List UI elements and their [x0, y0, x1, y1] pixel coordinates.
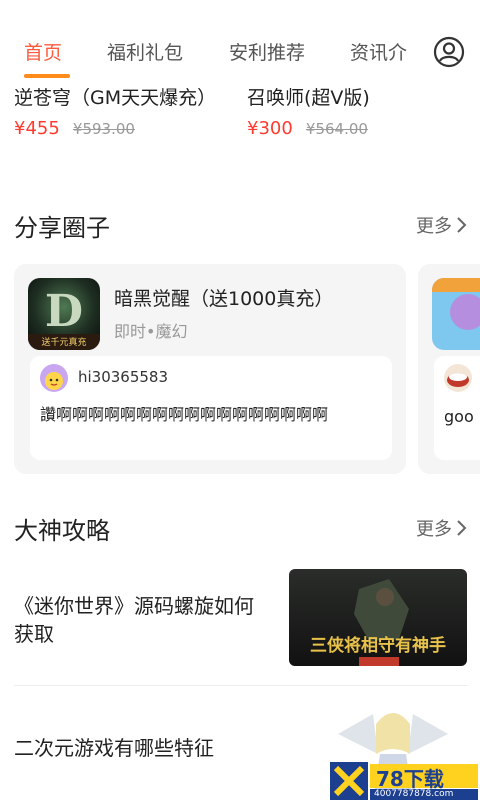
share-card[interactable]: goo [418, 264, 480, 474]
avatar [40, 364, 68, 392]
game-price: ¥300 [247, 118, 293, 139]
guides-section-header: 大神攻略 更多 [14, 511, 468, 545]
game-tags: 即时•魔幻 [114, 322, 188, 341]
post-username: hi30365583 [78, 368, 169, 386]
tab-home[interactable]: 首页 [24, 38, 62, 65]
game-name: 召唤师(超V版) [247, 87, 370, 109]
price-row: ¥455 ¥593.00 [14, 118, 224, 139]
post-text: 讚啊啊啊啊啊啊啊啊啊啊啊啊啊啊啊啊啊 [40, 405, 329, 424]
game-title: 暗黑觉醒（送1000真充） [114, 288, 334, 310]
game-price: ¥455 [14, 118, 60, 139]
game-icon [432, 278, 480, 350]
thumbnail-caption: 三侠将相守有神手 [310, 636, 446, 656]
game-icon: D 送千元真充 [28, 278, 100, 350]
game-original-price: ¥593.00 [72, 120, 135, 138]
divider [14, 685, 468, 686]
active-tab-indicator [24, 74, 70, 78]
more-label: 更多 [416, 216, 452, 237]
price-row: ¥300 ¥564.00 [247, 118, 467, 139]
user-profile-button[interactable] [433, 36, 465, 68]
icon-caption: 送千元真充 [41, 338, 87, 348]
tab-news[interactable]: 资讯介 [350, 38, 407, 65]
site-watermark: 78下载 4007787878.com [330, 762, 480, 800]
section-title: 分享圈子 [14, 214, 110, 242]
guide-thumbnail[interactable]: 三侠将相守有神手 [289, 569, 467, 666]
avatar [444, 364, 472, 392]
svg-text:D: D [45, 286, 83, 337]
user-icon [433, 36, 465, 68]
user-post[interactable]: hi30365583 讚啊啊啊啊啊啊啊啊啊啊啊啊啊啊啊啊啊 [30, 356, 392, 460]
more-label: 更多 [416, 519, 452, 540]
game-original-price: ¥564.00 [305, 120, 368, 138]
chevron-right-icon [457, 520, 467, 536]
chevron-right-icon [457, 217, 467, 233]
tab-welfare-gifts[interactable]: 福利礼包 [107, 38, 183, 65]
guide-title[interactable]: 二次元游戏有哪些特征 [14, 734, 314, 762]
share-card[interactable]: D 送千元真充 暗黑觉醒（送1000真充） 即时•魔幻 hi30365583 讚… [14, 264, 406, 474]
section-title: 大神攻略 [14, 517, 110, 545]
top-tab-bar: 首页 福利礼包 安利推荐 资讯介 [0, 0, 480, 80]
more-button[interactable]: 更多 [416, 515, 468, 541]
game-item[interactable]: 召唤师(超V版) ¥300 ¥564.00 [247, 86, 467, 139]
more-button[interactable]: 更多 [416, 212, 468, 238]
guide-title[interactable]: 《迷你世界》源码螺旋如何获取 [14, 592, 264, 648]
game-item[interactable]: 逆苍穹（GM天天爆充） ¥455 ¥593.00 [14, 86, 224, 139]
user-post[interactable]: goo [434, 356, 480, 460]
post-text: goo [444, 407, 474, 426]
watermark-brand: 78下载 [376, 767, 444, 791]
game-name: 逆苍穹（GM天天爆充） [14, 87, 217, 109]
share-section-header: 分享圈子 更多 [14, 208, 468, 242]
tab-recommendations[interactable]: 安利推荐 [229, 38, 305, 65]
watermark-url: 4007787878.com [374, 789, 454, 799]
